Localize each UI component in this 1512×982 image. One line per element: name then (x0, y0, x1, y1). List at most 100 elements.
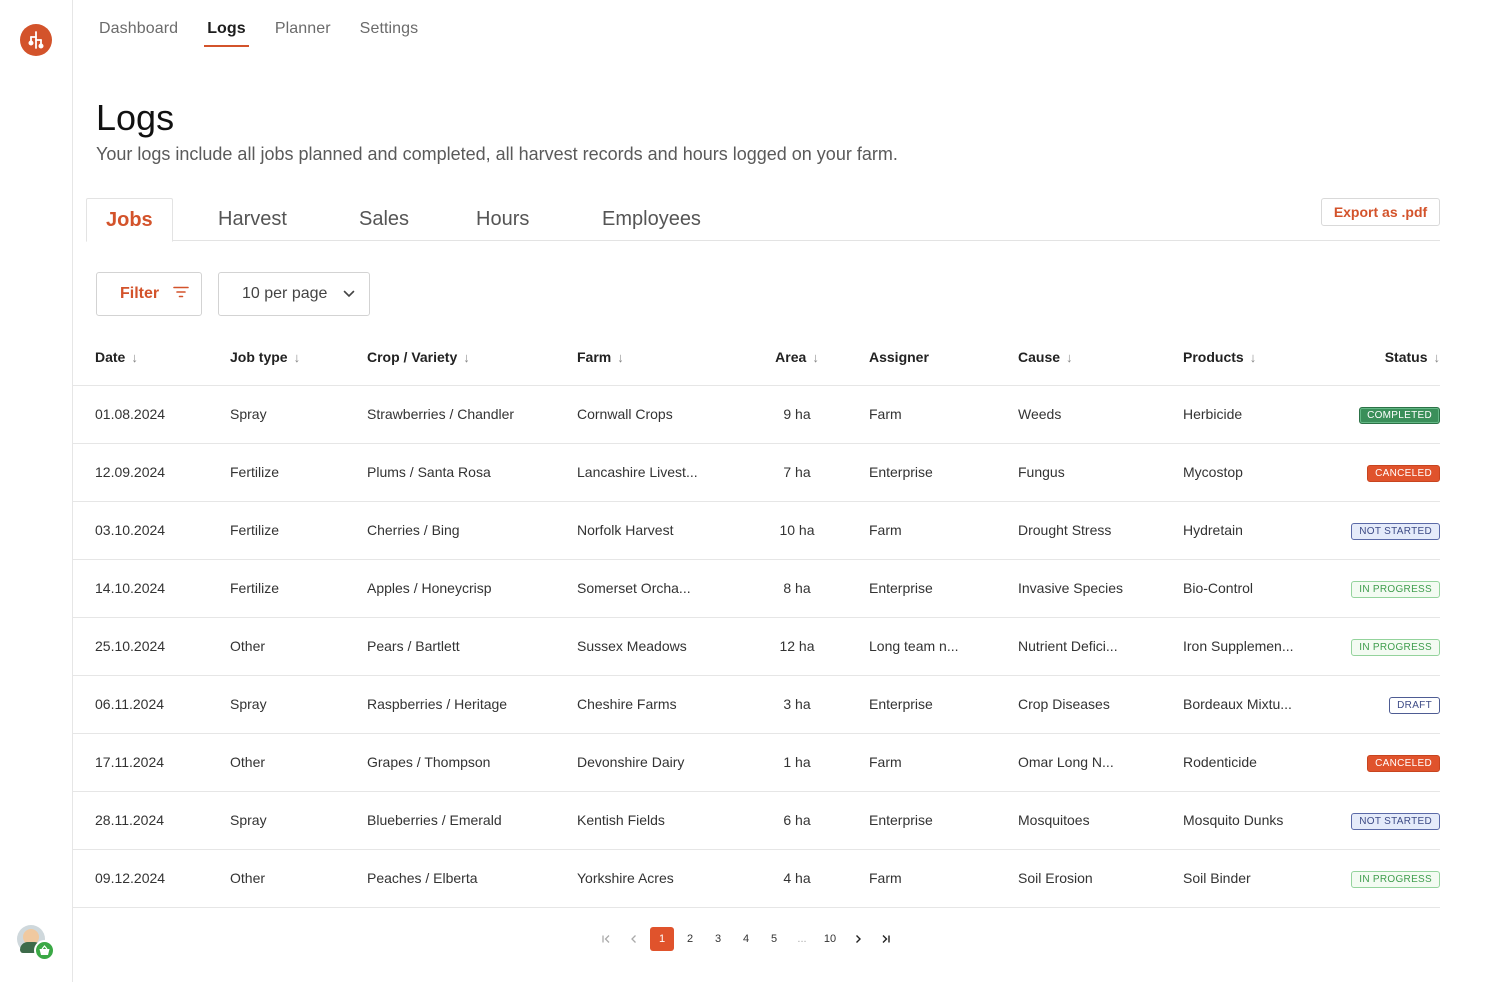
table-row[interactable]: 03.10.2024 Fertilize Cherries / Bing Norfol… (73, 501, 1440, 560)
cell-farm: Yorkshire Acres (577, 849, 745, 908)
table-row[interactable]: 25.10.2024 Other Pears / Bartlett Sussex Me… (73, 617, 1440, 676)
cell-area: 1 ha (745, 733, 869, 792)
status-badge: CANCELED (1367, 464, 1440, 482)
last-page-icon[interactable] (872, 927, 900, 951)
cell-job-type: Other (230, 617, 367, 676)
sort-arrow-icon: ↓ (1249, 349, 1257, 365)
cell-status: IN PROGRESS (1343, 849, 1440, 908)
cell-assigner: Enterprise (869, 559, 1018, 618)
cell-crop-variety: Grapes / Thompson (367, 733, 577, 792)
next-page-icon[interactable] (844, 927, 872, 951)
cell-job-type: Other (230, 733, 367, 792)
cell-farm: Cornwall Crops (577, 385, 745, 444)
sort-arrow-icon: ↓ (617, 349, 624, 365)
tab-jobs[interactable]: Jobs (86, 198, 173, 242)
export-pdf-button[interactable]: Export as .pdf (1321, 198, 1440, 226)
page-button[interactable]: 2 (676, 927, 704, 951)
page-button[interactable]: 10 (816, 927, 844, 951)
cell-products: Iron Supplemen... (1183, 617, 1343, 676)
cell-job-type: Fertilize (230, 559, 367, 618)
cell-cause: Crop Diseases (1018, 675, 1183, 734)
column-assigner: Assigner (869, 329, 1018, 386)
cell-cause: Invasive Species (1018, 559, 1183, 618)
table-row[interactable]: 09.12.2024 Other Peaches / Elberta Yorkshir… (73, 849, 1440, 908)
cell-farm: Cheshire Farms (577, 675, 745, 734)
table-row[interactable]: 14.10.2024 Fertilize Apples / Honeycrisp So… (73, 559, 1440, 618)
page-title: Logs (96, 97, 175, 138)
column-products[interactable]: Products ↓ (1183, 329, 1343, 386)
tab-harvest[interactable]: Harvest (218, 198, 287, 241)
nav-logs[interactable]: Logs (204, 20, 249, 47)
sort-arrow-icon: ↓ (131, 349, 138, 365)
column-status[interactable]: Status ↓ (1343, 329, 1441, 386)
sort-arrow-icon: ↓ (1066, 349, 1073, 365)
tab-sales[interactable]: Sales (359, 198, 409, 241)
sort-arrow-icon: ↓ (1433, 349, 1441, 365)
per-page-select[interactable]: 10 per page (218, 272, 370, 316)
cell-area: 10 ha (745, 501, 869, 560)
sort-arrow-icon: ↓ (812, 349, 819, 365)
table-row[interactable]: 01.08.2024 Spray Strawberries / Chandler Co… (73, 385, 1440, 444)
page-subtitle: Your logs include all jobs planned and c… (96, 144, 898, 164)
cell-crop-variety: Peaches / Elberta (367, 849, 577, 908)
filter-button[interactable]: Filter (96, 272, 202, 316)
column-crop-variety[interactable]: Crop / Variety ↓ (367, 329, 577, 386)
cell-assigner: Long team n... (869, 617, 1018, 676)
cell-crop-variety: Blueberries / Emerald (367, 791, 577, 850)
filter-icon (173, 285, 189, 303)
column-job-type[interactable]: Job type ↓ (230, 329, 367, 386)
status-badge: COMPLETED (1359, 406, 1440, 424)
cell-status: DRAFT (1343, 675, 1440, 734)
column-area[interactable]: Area ↓ (745, 329, 869, 386)
cell-area: 3 ha (745, 675, 869, 734)
cell-cause: Fungus (1018, 443, 1183, 502)
cell-products: Mosquito Dunks (1183, 791, 1343, 850)
cell-job-type: Fertilize (230, 501, 367, 560)
column-cause[interactable]: Cause ↓ (1018, 329, 1183, 386)
page-ellipsis: ... (797, 933, 807, 945)
cell-products: Bordeaux Mixtu... (1183, 675, 1343, 734)
status-badge: IN PROGRESS (1351, 638, 1440, 656)
cell-date: 17.11.2024 (73, 733, 230, 792)
status-badge: IN PROGRESS (1351, 870, 1440, 888)
page-button[interactable]: 5 (760, 927, 788, 951)
status-badge: CANCELED (1367, 754, 1440, 772)
cell-cause: Weeds (1018, 385, 1183, 444)
page-button[interactable]: 3 (704, 927, 732, 951)
cell-products: Mycostop (1183, 443, 1343, 502)
column-date[interactable]: Date ↓ (73, 329, 230, 386)
cell-date: 14.10.2024 (73, 559, 230, 618)
filter-label: Filter (120, 285, 160, 302)
nav-planner[interactable]: Planner (275, 20, 331, 47)
column-farm[interactable]: Farm ↓ (577, 329, 745, 386)
tab-employees[interactable]: Employees (602, 198, 701, 241)
cell-assigner: Farm (869, 385, 1018, 444)
cell-area: 8 ha (745, 559, 869, 618)
table-row[interactable]: 06.11.2024 Spray Raspberries / Heritage Che… (73, 675, 1440, 734)
nav-settings[interactable]: Settings (360, 20, 419, 47)
cell-assigner: Enterprise (869, 791, 1018, 850)
cell-cause: Drought Stress (1018, 501, 1183, 560)
cell-date: 09.12.2024 (73, 849, 230, 908)
cell-area: 12 ha (745, 617, 869, 676)
table-row[interactable]: 12.09.2024 Fertilize Plums / Santa Rosa Lan… (73, 443, 1440, 502)
previous-page-icon[interactable] (620, 927, 648, 951)
cell-area: 6 ha (745, 791, 869, 850)
cell-job-type: Fertilize (230, 443, 367, 502)
app-logo-icon[interactable] (20, 24, 52, 56)
cell-farm: Devonshire Dairy (577, 733, 745, 792)
status-badge: IN PROGRESS (1351, 580, 1440, 598)
cell-date: 25.10.2024 (73, 617, 230, 676)
cell-date: 06.11.2024 (73, 675, 230, 734)
cell-cause: Nutrient Defici... (1018, 617, 1183, 676)
cell-area: 9 ha (745, 385, 869, 444)
tab-hours[interactable]: Hours (476, 198, 529, 241)
first-page-icon[interactable] (592, 927, 620, 951)
page-button[interactable]: 4 (732, 927, 760, 951)
table-row[interactable]: 17.11.2024 Other Grapes / Thompson Devonshi… (73, 733, 1440, 792)
page-button-current[interactable]: 1 (650, 927, 674, 951)
cell-farm: Norfolk Harvest (577, 501, 745, 560)
table-row[interactable]: 28.11.2024 Spray Blueberries / Emerald Kent… (73, 791, 1440, 850)
cell-farm: Somerset Orcha... (577, 559, 745, 618)
nav-dashboard[interactable]: Dashboard (99, 20, 178, 47)
